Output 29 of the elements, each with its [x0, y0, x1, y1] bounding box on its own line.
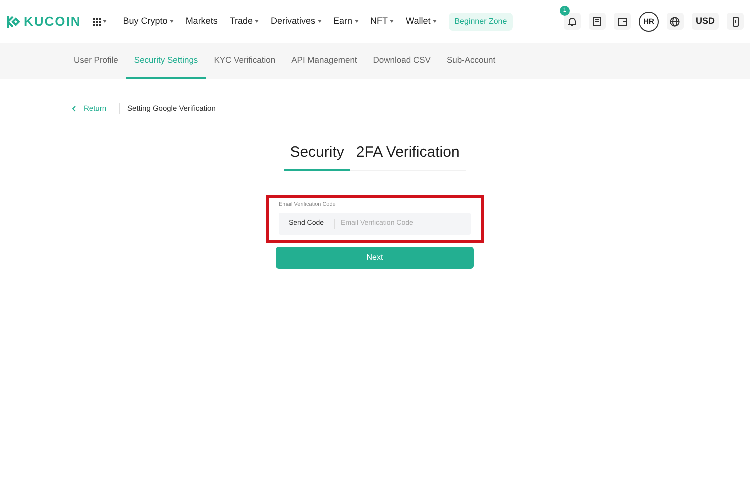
- account-tab[interactable]: Download CSV: [365, 43, 439, 79]
- account-tab[interactable]: Sub-Account: [438, 43, 504, 79]
- grid-icon: [93, 18, 102, 26]
- app-download-button[interactable]: [727, 13, 744, 30]
- document-icon: [593, 17, 602, 26]
- verification-tab[interactable]: Security: [284, 142, 350, 171]
- nav-menu-item[interactable]: Earn: [334, 14, 353, 28]
- language-button[interactable]: [666, 13, 684, 30]
- chevron-left-icon[interactable]: [72, 106, 76, 112]
- wallet-icon: [618, 18, 627, 26]
- nav-menu-item[interactable]: Buy Crypto: [123, 14, 168, 28]
- nav-menu-item[interactable]: Wallet: [406, 14, 431, 28]
- orders-button[interactable]: [588, 13, 606, 30]
- globe-icon: [670, 16, 680, 26]
- nav-menu-item[interactable]: NFT: [370, 14, 388, 28]
- phone-icon: [732, 16, 738, 26]
- nav-menu-item[interactable]: Markets: [186, 14, 218, 28]
- logo-icon: [6, 14, 20, 28]
- notification-button[interactable]: [564, 13, 581, 30]
- currency-button[interactable]: USD: [692, 13, 719, 30]
- wallet-button[interactable]: [614, 13, 631, 30]
- nav-menu-item[interactable]: Derivatives: [271, 14, 316, 28]
- verification-tab[interactable]: 2FA Verification: [350, 142, 466, 171]
- bell-icon: [568, 16, 577, 26]
- account-tab[interactable]: User Profile: [66, 43, 126, 79]
- nav-menu-item[interactable]: Trade: [230, 14, 254, 28]
- apps-menu[interactable]: [93, 18, 108, 26]
- account-tab[interactable]: KYC Verification: [206, 43, 284, 79]
- account-tab[interactable]: API Management: [284, 43, 366, 79]
